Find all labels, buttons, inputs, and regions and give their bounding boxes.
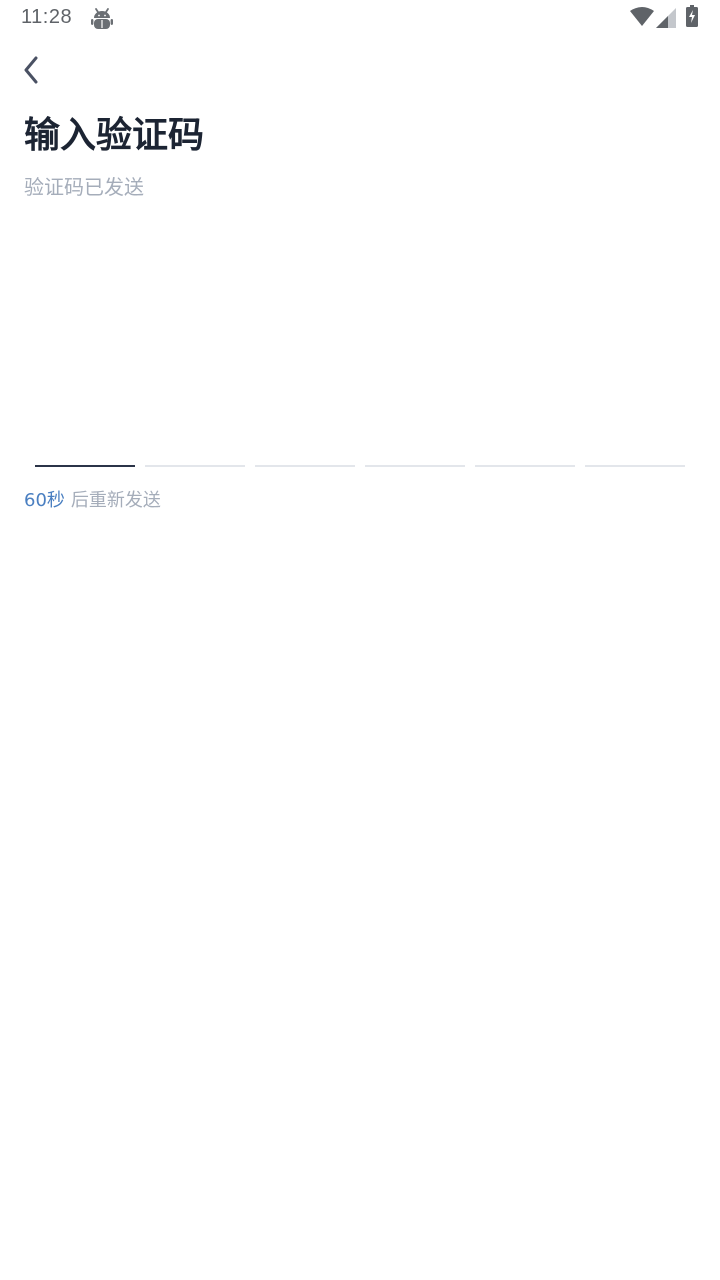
code-cell-3[interactable] [255, 420, 355, 468]
back-button[interactable] [14, 50, 50, 90]
subtitle: 验证码已发送 [24, 175, 144, 199]
cellular-signal-icon [656, 8, 676, 28]
code-underline-6 [585, 465, 685, 467]
code-cell-6[interactable] [585, 420, 685, 468]
code-underline-4 [365, 465, 465, 467]
code-underline-3 [255, 465, 355, 467]
chevron-left-icon [24, 56, 38, 84]
code-underline-5 [475, 465, 575, 467]
battery-charging-icon [686, 5, 698, 27]
resend-label: 后重新发送 [70, 490, 161, 511]
code-underline-1 [35, 465, 135, 467]
android-debug-icon [91, 8, 113, 29]
status-time: 11:28 [21, 6, 73, 28]
code-cell-2[interactable] [145, 420, 245, 468]
wifi-icon [630, 7, 654, 26]
page-title: 输入验证码 [24, 115, 205, 156]
verification-code-input[interactable] [35, 420, 685, 468]
code-cell-5[interactable] [475, 420, 575, 468]
code-cell-1[interactable] [35, 420, 135, 468]
resend-countdown: 60秒 [24, 490, 65, 511]
status-bar: 11:28 [0, 0, 720, 36]
code-cell-4[interactable] [365, 420, 465, 468]
code-underline-2 [145, 465, 245, 467]
verification-screen: 11:28 输入验证码 验证码已发送 60秒 后重新发送 [0, 0, 720, 1280]
resend-row: 60秒 后重新发送 [24, 488, 161, 514]
